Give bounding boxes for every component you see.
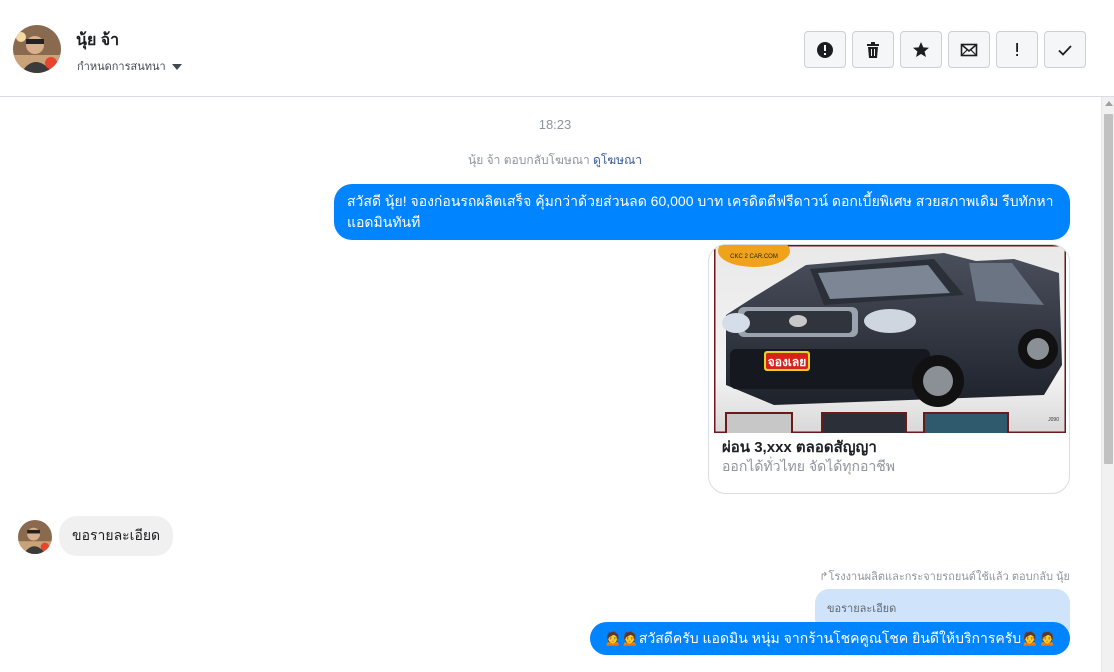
spam-button[interactable] bbox=[804, 31, 846, 68]
reply-note: ↱โรงงานผลิตและกระจายรถยนต์ใช้แล้ว ตอบกลั… bbox=[819, 567, 1070, 585]
outgoing-message[interactable]: สวัสดี นุ้ย! จองก่อนรถผลิตเสร็จ คุ้มกว่า… bbox=[334, 184, 1070, 240]
message-timestamp: 18:23 bbox=[538, 117, 572, 132]
assign-label: กำหนดการสนทนา bbox=[77, 61, 166, 73]
follow-up-button[interactable] bbox=[996, 31, 1038, 68]
conversation-header: นุ้ย จ้า กำหนดการสนทนา bbox=[0, 0, 1114, 97]
reply-note-text: โรงงานผลิตและกระจายรถยนต์ใช้แล้ว ตอบกลับ… bbox=[828, 571, 1070, 583]
caret-down-icon bbox=[171, 63, 182, 70]
exclamation-icon bbox=[1016, 42, 1018, 56]
outgoing-message-reply[interactable]: 🙍🙍สวัสดีครับ แอดมิน หนุ่ม จากร้านโชคคูณโ… bbox=[589, 622, 1070, 655]
mark-unread-button[interactable] bbox=[948, 31, 990, 68]
ad-reply-text: นุ้ย จ้า ตอบกลับโฆษณา bbox=[468, 153, 594, 167]
ad-card[interactable]: CKC 2 CAR.COM จองเลย J090 ผ่อน 3,xxx ตลอ… bbox=[708, 244, 1070, 494]
contact-avatar[interactable] bbox=[13, 25, 61, 73]
star-icon bbox=[913, 41, 929, 57]
incoming-message[interactable]: ขอรายละเอียด bbox=[59, 516, 174, 556]
check-icon bbox=[1058, 44, 1072, 56]
thread-scrollbar[interactable] bbox=[1101, 97, 1114, 672]
scroll-thumb[interactable] bbox=[1104, 114, 1113, 464]
ad-sticker-text: จองเลย bbox=[768, 355, 807, 369]
delete-button[interactable] bbox=[852, 31, 894, 68]
star-button[interactable] bbox=[900, 31, 942, 68]
contact-name[interactable]: นุ้ย จ้า bbox=[76, 28, 119, 53]
sender-avatar[interactable] bbox=[18, 520, 52, 554]
conversation-toolbar bbox=[804, 31, 1086, 68]
view-ad-link[interactable]: ดูโฆษณา bbox=[593, 153, 642, 167]
ad-card-subtitle: ออกได้ทั่วไทย จัดได้ทุกอาชีพ bbox=[722, 458, 896, 474]
mail-icon bbox=[960, 43, 978, 56]
trash-icon bbox=[867, 41, 879, 58]
assign-conversation-dropdown[interactable]: กำหนดการสนทนา bbox=[77, 57, 182, 75]
message-thread[interactable]: 18:23 นุ้ย จ้า ตอบกลับโฆษณา ดูโฆษณา สวัส… bbox=[0, 97, 1101, 672]
ad-watermark-text: J090 bbox=[1048, 417, 1059, 423]
ad-logo-text: CKC 2 CAR.COM bbox=[730, 254, 778, 260]
ad-reply-notice: นุ้ย จ้า ตอบกลับโฆษณา ดูโฆษณา bbox=[0, 151, 1101, 170]
scroll-up-arrow-icon[interactable] bbox=[1105, 101, 1113, 106]
alert-circle-icon bbox=[817, 41, 833, 58]
mark-done-button[interactable] bbox=[1044, 31, 1086, 68]
ad-card-image[interactable]: CKC 2 CAR.COM จองเลย J090 bbox=[714, 245, 1066, 433]
